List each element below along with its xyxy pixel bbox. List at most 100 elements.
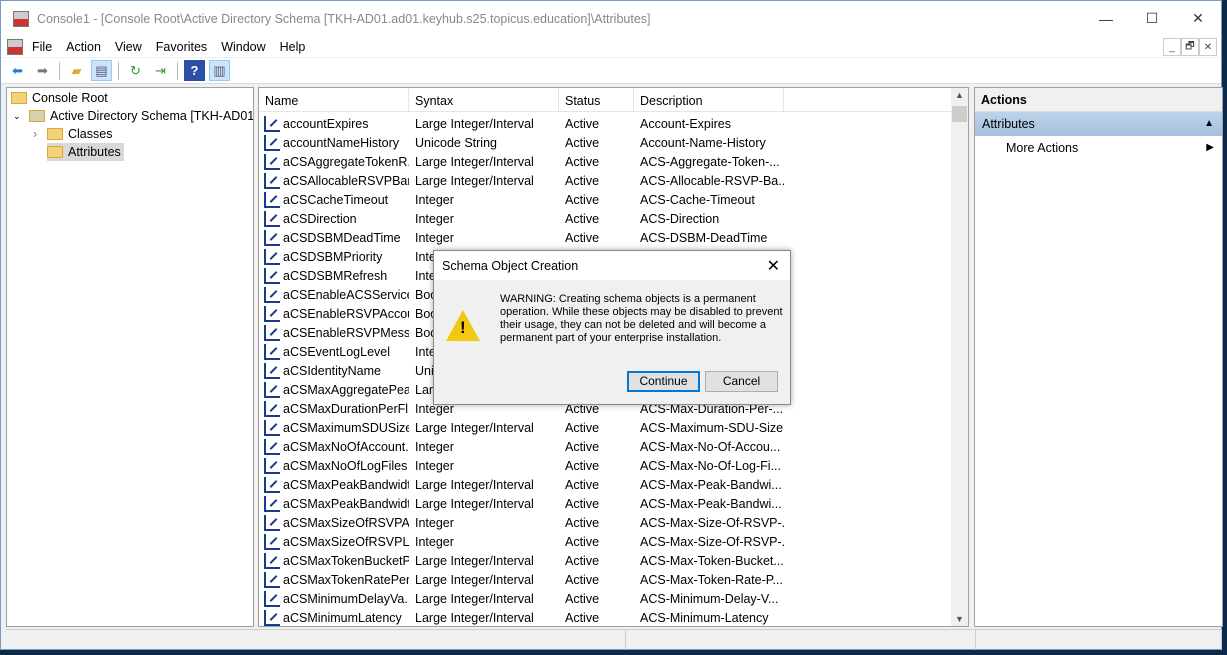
- menu-view[interactable]: View: [108, 40, 149, 54]
- cell-name: aCSEnableRSVPAccou...: [283, 306, 409, 321]
- cell-description: ACS-Direction: [640, 211, 720, 226]
- child-minimize-button[interactable]: _: [1163, 38, 1181, 56]
- table-row[interactable]: aCSMaxPeakBandwidt... Large Integer/Inte…: [259, 494, 784, 513]
- cell-syntax: Unicode String: [415, 135, 497, 150]
- continue-button[interactable]: Continue: [627, 371, 700, 392]
- menu-favorites[interactable]: Favorites: [149, 40, 214, 54]
- table-row[interactable]: aCSAllocableRSVPBan... Large Integer/Int…: [259, 171, 784, 190]
- tree-item-classes[interactable]: › Classes: [33, 125, 112, 143]
- forward-icon[interactable]: ➡: [32, 60, 53, 81]
- cell-status: Active: [565, 439, 600, 454]
- cell-name: aCSIdentityName: [283, 363, 381, 378]
- table-row[interactable]: aCSMaximumSDUSize Large Integer/Interval…: [259, 418, 784, 437]
- cell-description: ACS-Allocable-RSVP-Ba...: [640, 173, 784, 188]
- minimize-button[interactable]: —: [1083, 1, 1129, 36]
- table-row[interactable]: aCSMaxPeakBandwidth Large Integer/Interv…: [259, 475, 784, 494]
- table-row[interactable]: aCSMinimumDelayVa... Large Integer/Inter…: [259, 589, 784, 608]
- menu-action[interactable]: Action: [59, 40, 108, 54]
- refresh-icon[interactable]: ↻: [125, 60, 146, 81]
- actions-section-attributes[interactable]: Attributes ▲: [975, 112, 1222, 136]
- menu-help[interactable]: Help: [273, 40, 313, 54]
- vertical-scrollbar[interactable]: ▲ ▼: [951, 88, 968, 626]
- cell-description: ACS-Max-Peak-Bandwi...: [640, 496, 782, 511]
- attribute-icon: [264, 457, 280, 474]
- toolbar: ⬅ ➡ ▰ ▤ ↻ ⇥ ? ▥: [1, 58, 1221, 84]
- table-row[interactable]: accountNameHistory Unicode String Active…: [259, 133, 784, 152]
- cell-status: Active: [565, 591, 600, 606]
- table-row[interactable]: aCSAggregateTokenR... Large Integer/Inte…: [259, 152, 784, 171]
- tree-item-console-root[interactable]: Console Root: [11, 89, 108, 107]
- cell-status: Active: [565, 420, 600, 435]
- child-restore-button[interactable]: 🗗: [1181, 38, 1199, 56]
- cell-name: aCSMaxNoOfAccount...: [283, 439, 409, 454]
- table-row[interactable]: aCSMaxSizeOfRSVPAc... Integer Active ACS…: [259, 513, 784, 532]
- cell-syntax: Large Integer/Interval: [415, 420, 534, 435]
- table-row[interactable]: aCSMaxNoOfLogFiles Integer Active ACS-Ma…: [259, 456, 784, 475]
- attribute-icon: [264, 590, 280, 607]
- menu-window[interactable]: Window: [214, 40, 272, 54]
- table-row[interactable]: aCSMaxSizeOfRSVPLo... Integer Active ACS…: [259, 532, 784, 551]
- mmc-app-icon: [13, 10, 29, 27]
- cell-name: aCSMaxTokenRatePer...: [283, 572, 409, 587]
- cell-name: aCSEventLogLevel: [283, 344, 391, 359]
- show-hide-tree-icon[interactable]: ▤: [91, 60, 112, 81]
- child-close-button[interactable]: ✕: [1199, 38, 1217, 56]
- column-status[interactable]: Status: [559, 88, 634, 112]
- column-description[interactable]: Description: [634, 88, 784, 112]
- help-icon[interactable]: ?: [184, 60, 205, 81]
- cell-description: ACS-Minimum-Delay-V...: [640, 591, 779, 606]
- cell-name: aCSMaxDurationPerFl...: [283, 401, 409, 416]
- actions-pane: Actions Attributes ▲ More Actions ▶: [974, 87, 1223, 627]
- cell-name: aCSMaxPeakBandwidth: [283, 477, 409, 492]
- attribute-icon: [264, 191, 280, 208]
- tree-item-attributes[interactable]: Attributes: [47, 143, 124, 161]
- attribute-icon: [264, 267, 280, 284]
- cancel-button[interactable]: Cancel: [705, 371, 778, 392]
- table-row[interactable]: aCSDSBMDeadTime Integer Active ACS-DSBM-…: [259, 228, 784, 247]
- mmc-menu-icon[interactable]: [7, 38, 23, 55]
- more-actions-item[interactable]: More Actions ▶: [975, 136, 1222, 160]
- column-syntax[interactable]: Syntax: [409, 88, 559, 112]
- up-folder-icon[interactable]: ▰: [66, 60, 87, 81]
- cell-syntax: Large Integer/Interval: [415, 572, 534, 587]
- column-name[interactable]: Name: [259, 88, 409, 112]
- cell-description: ACS-Max-Size-Of-RSVP-...: [640, 515, 784, 530]
- cell-description: ACS-Max-Token-Rate-P...: [640, 572, 783, 587]
- cell-name: aCSMaxSizeOfRSVPLo...: [283, 534, 409, 549]
- menu-file[interactable]: File: [25, 40, 59, 54]
- cell-name: aCSMaxSizeOfRSVPAc...: [283, 515, 409, 530]
- attribute-icon: [264, 438, 280, 455]
- cell-status: Active: [565, 211, 600, 226]
- chevron-right-icon[interactable]: ›: [33, 127, 47, 141]
- tree-item-schema[interactable]: ⌄ Active Directory Schema [TKH-AD01.a: [13, 107, 253, 125]
- cell-status: Active: [565, 154, 600, 169]
- dialog-close-button[interactable]: ✕: [767, 256, 780, 276]
- table-row[interactable]: aCSMaxNoOfAccount... Integer Active ACS-…: [259, 437, 784, 456]
- folder-icon: [47, 128, 63, 140]
- close-button[interactable]: ✕: [1175, 1, 1221, 36]
- chevron-down-icon[interactable]: ⌄: [13, 111, 29, 122]
- cell-name: aCSEnableRSVPMessa...: [283, 325, 409, 340]
- show-hide-action-pane-icon[interactable]: ▥: [209, 60, 230, 81]
- cell-syntax: Large Integer/Interval: [415, 116, 534, 131]
- cell-syntax: Integer: [415, 458, 454, 473]
- table-row[interactable]: aCSMaxTokenBucketP... Large Integer/Inte…: [259, 551, 784, 570]
- attribute-icon: [264, 476, 280, 493]
- attribute-icon: [264, 609, 280, 626]
- cell-status: Active: [565, 458, 600, 473]
- dialog-title: Schema Object Creation: [434, 251, 790, 280]
- collapse-up-icon[interactable]: ▲: [1204, 112, 1214, 136]
- table-row[interactable]: aCSMaxTokenRatePer... Large Integer/Inte…: [259, 570, 784, 589]
- cell-description: ACS-Max-No-Of-Accou...: [640, 439, 781, 454]
- table-row[interactable]: aCSDirection Integer Active ACS-Directio…: [259, 209, 784, 228]
- table-row[interactable]: aCSCacheTimeout Integer Active ACS-Cache…: [259, 190, 784, 209]
- table-row[interactable]: accountExpires Large Integer/Interval Ac…: [259, 114, 784, 133]
- back-icon[interactable]: ⬅: [7, 60, 28, 81]
- maximize-button[interactable]: ☐: [1129, 1, 1175, 36]
- cell-syntax: Large Integer/Interval: [415, 591, 534, 606]
- cell-description: ACS-Max-Peak-Bandwi...: [640, 477, 782, 492]
- export-list-icon[interactable]: ⇥: [150, 60, 171, 81]
- attribute-icon: [264, 134, 280, 151]
- cell-syntax: Integer: [415, 230, 454, 245]
- table-row[interactable]: aCSMinimumLatency Large Integer/Interval…: [259, 608, 784, 626]
